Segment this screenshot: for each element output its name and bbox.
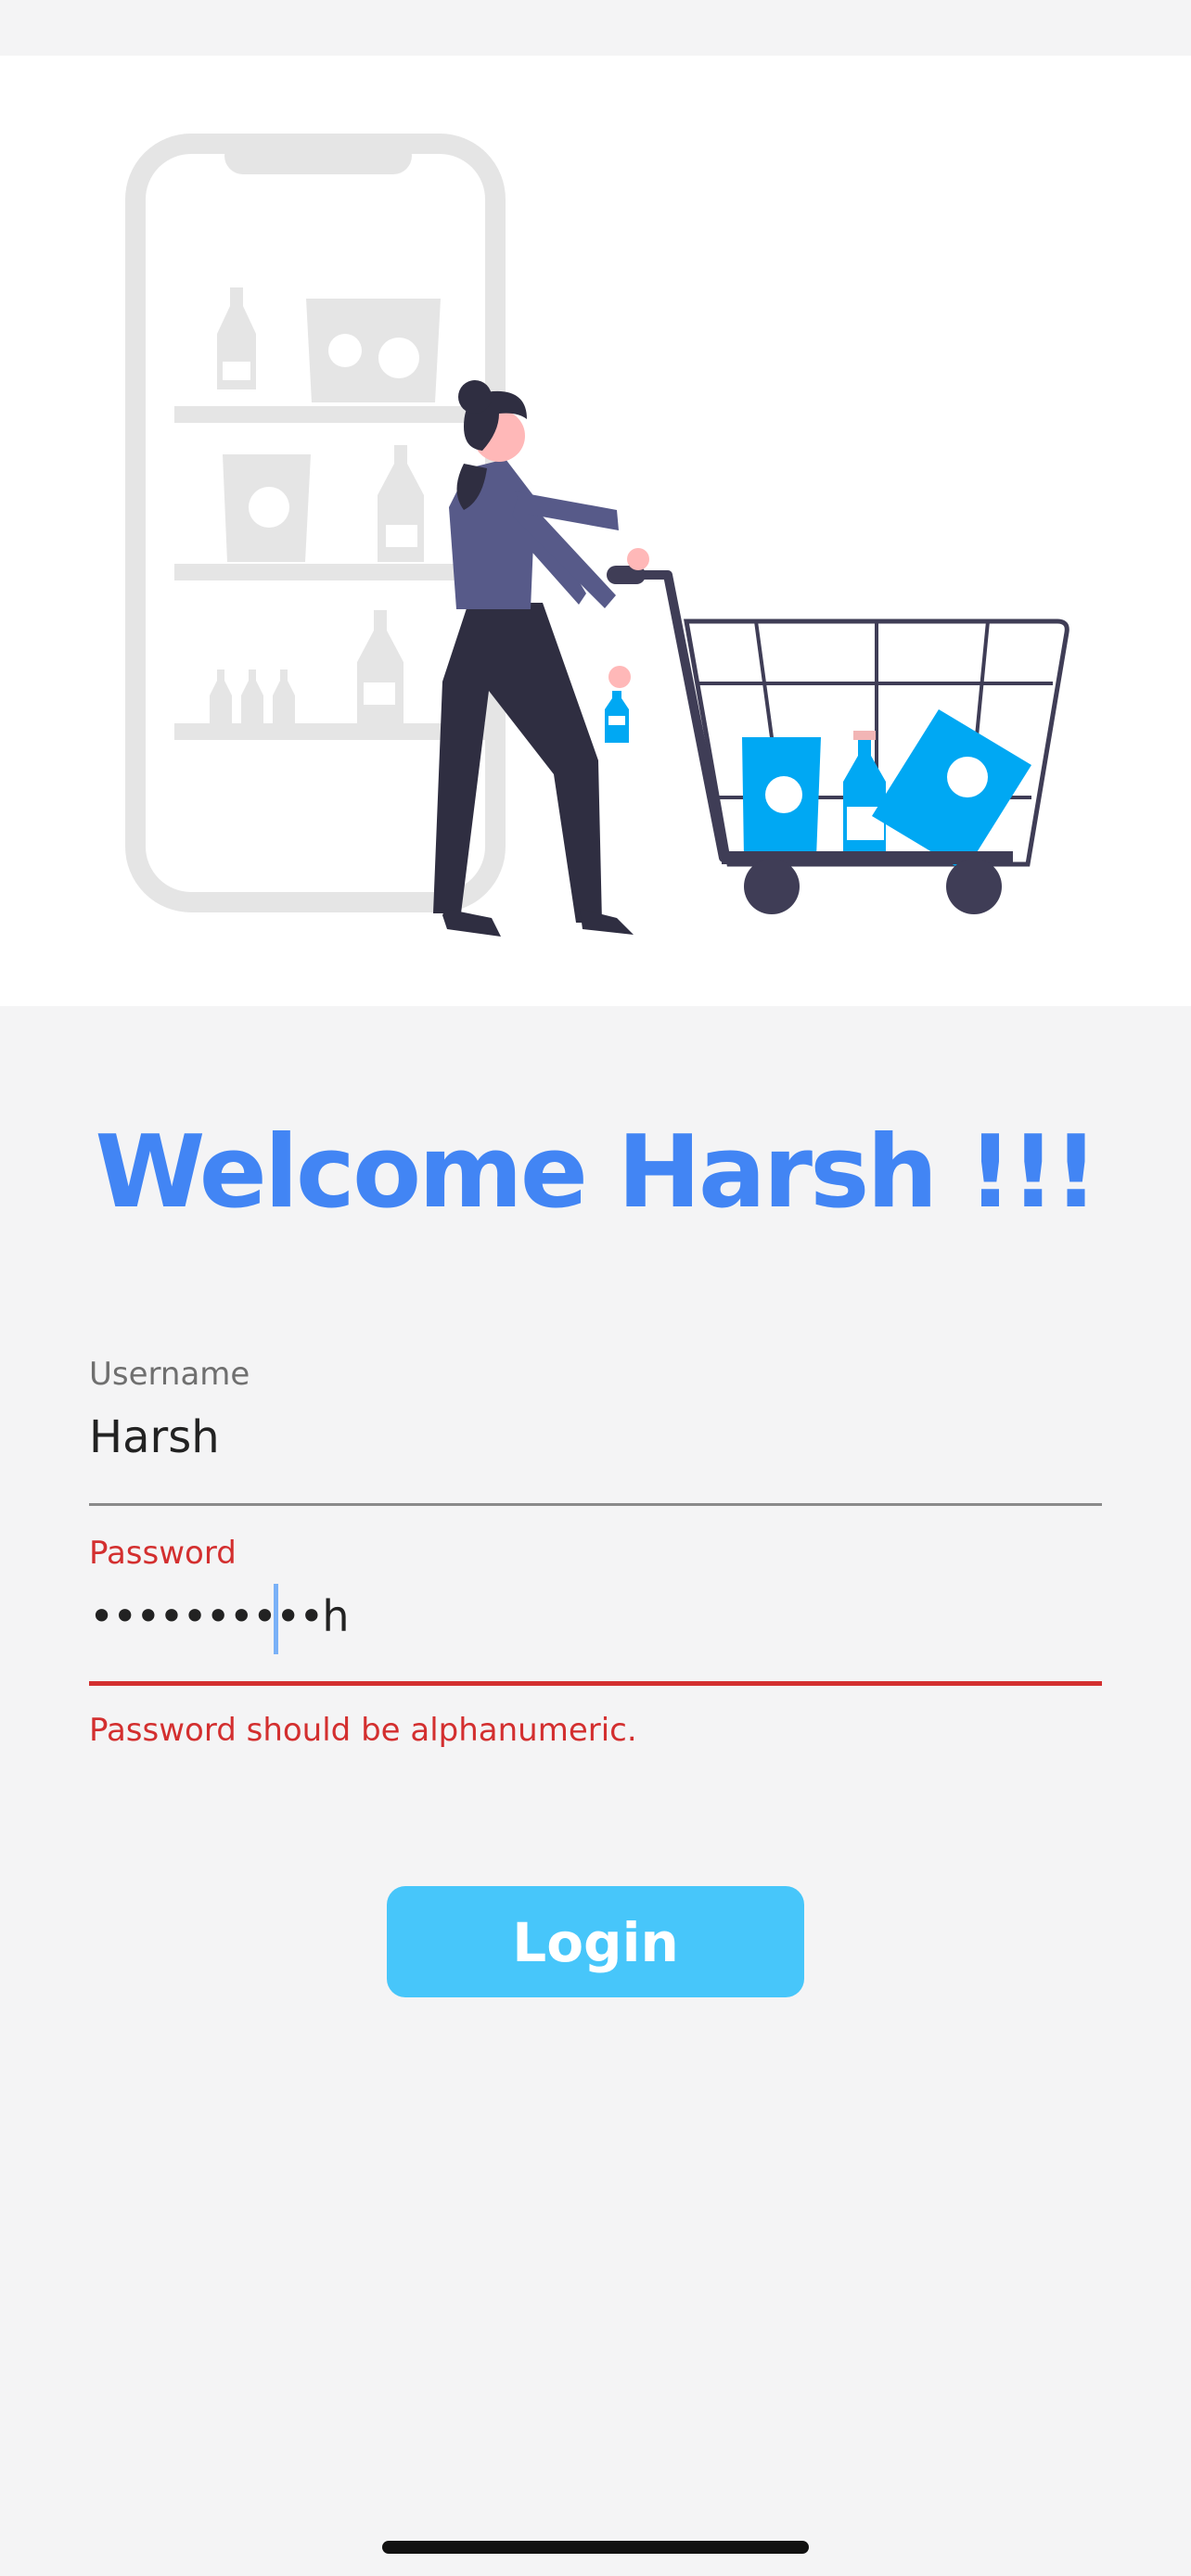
- phone-notch-shape: [224, 137, 412, 174]
- shopper-figure: [433, 380, 649, 937]
- home-indicator[interactable]: [382, 2541, 809, 2554]
- welcome-title: Welcome Harsh !!!: [95, 1115, 1098, 1231]
- bag-hole-shape: [249, 487, 289, 528]
- bottle-icon: [357, 610, 403, 723]
- password-label: Password: [89, 1535, 237, 1572]
- username-label: Username: [89, 1356, 250, 1393]
- status-bar: [0, 0, 1191, 56]
- bottle-label-shape: [364, 682, 395, 705]
- bag-icon: [306, 299, 441, 402]
- bottle-icon: [273, 670, 295, 723]
- shelf-3-shape: [174, 723, 485, 740]
- shopping-cart-illustration: [125, 134, 1069, 937]
- shelf-1-shape: [174, 406, 485, 423]
- bottle-icon: [241, 670, 263, 723]
- bag-hole-shape: [328, 334, 362, 367]
- login-button[interactable]: Login: [387, 1886, 804, 1997]
- text-cursor: [274, 1584, 278, 1654]
- bottle-label-shape: [386, 525, 417, 547]
- password-field[interactable]: ••••••••••h: [89, 1591, 349, 1641]
- username-underline: [89, 1503, 1102, 1506]
- bag-hole-shape: [378, 338, 419, 378]
- login-screen: Welcome Harsh !!! Username Harsh Passwor…: [0, 0, 1191, 2576]
- shelf-2-shape: [174, 564, 485, 580]
- username-field[interactable]: Harsh: [89, 1411, 220, 1463]
- bottle-label-shape: [223, 362, 250, 380]
- password-error-message: Password should be alphanumeric.: [89, 1712, 637, 1749]
- password-underline: [89, 1681, 1102, 1686]
- bottle-icon: [210, 670, 232, 723]
- hero-illustration: [0, 56, 1191, 1006]
- cart-icon: [607, 566, 1069, 914]
